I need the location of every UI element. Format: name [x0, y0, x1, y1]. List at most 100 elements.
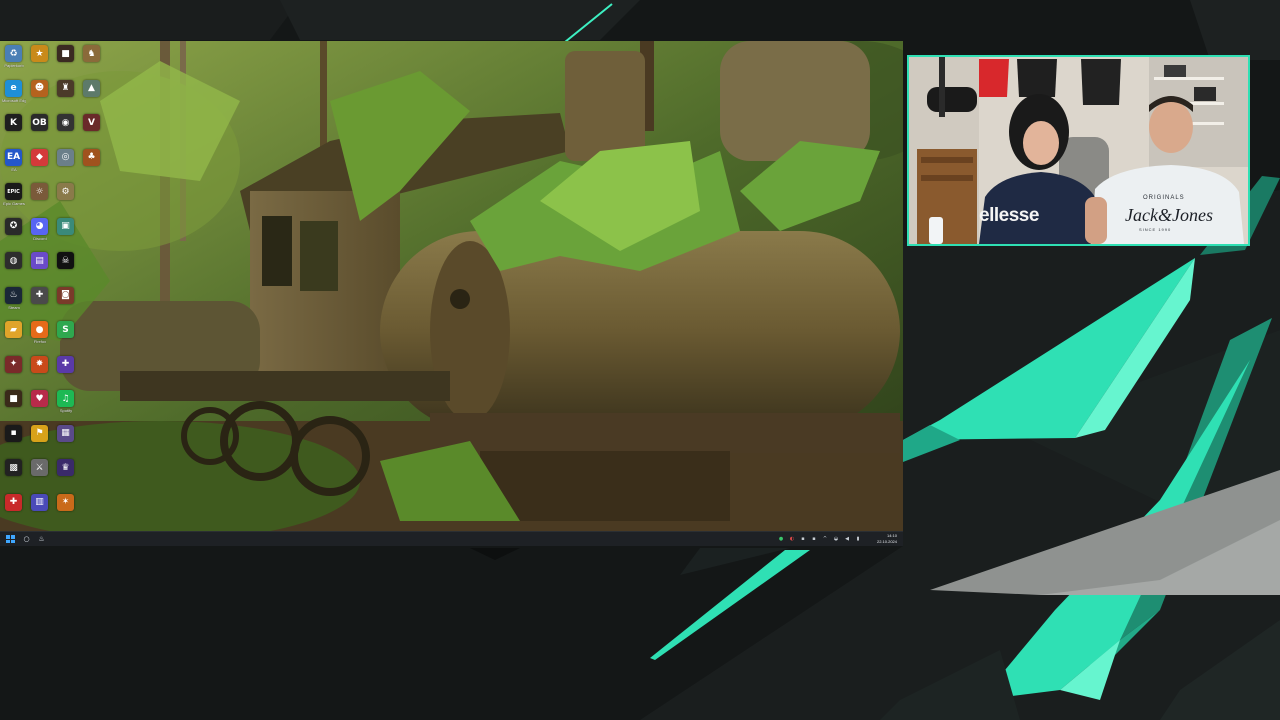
desktop-shortcut-label	[2, 409, 26, 417]
desktop-shortcut-label	[28, 478, 52, 486]
app-icon: ▩	[5, 459, 22, 476]
clock-date: 22.10.2024	[876, 538, 897, 544]
desktop-shortcut[interactable]: ♣	[80, 147, 104, 181]
desktop-shortcut-label: EA	[11, 167, 17, 172]
desktop-shortcut-label	[2, 375, 26, 383]
desktop-shortcut[interactable]: ✪	[2, 216, 26, 250]
desktop-icon-grid: ♻Papierkorb★■♞eMicrosoft Edge☻♜▲KOB◉VEAE…	[2, 43, 104, 526]
desktop-shortcut[interactable]: ▥	[28, 492, 52, 526]
desktop-shortcut[interactable]: eMicrosoft Edge	[2, 78, 26, 112]
tray-app-icon[interactable]: ▪	[811, 536, 817, 542]
app-icon: ✦	[5, 355, 22, 373]
recycle-bin-icon: ♻	[5, 45, 22, 62]
desktop-shortcut[interactable]: ■	[2, 388, 26, 422]
desktop-shortcut-label	[2, 133, 26, 141]
desktop-shortcut-label: Papierkorb	[4, 64, 24, 68]
desktop-shortcut[interactable]: V	[80, 112, 104, 146]
desktop-shortcut[interactable]: ■	[54, 43, 78, 77]
edge-icon: e	[5, 79, 22, 97]
desktop-shortcut[interactable]: ✸	[28, 354, 52, 388]
desktop-empty-slot	[80, 216, 104, 250]
desktop-shortcut-label	[28, 168, 52, 176]
tray-chevron-icon[interactable]: ^	[822, 536, 828, 542]
tray-app-icon[interactable]: ●	[778, 536, 784, 542]
hoodie-brand-logo: ellesse	[979, 205, 1039, 226]
desktop-shortcut-label	[28, 375, 52, 383]
desktop-empty-slot	[80, 423, 104, 457]
desktop-shortcut[interactable]: ▣	[54, 216, 78, 250]
desktop-shortcut[interactable]: ♛	[54, 457, 78, 491]
app-icon: S	[57, 321, 74, 338]
desktop-shortcut[interactable]: ▪	[2, 423, 26, 457]
desktop-shortcut-label	[2, 478, 26, 486]
start-button[interactable]	[6, 535, 15, 543]
desktop-shortcut[interactable]: S	[54, 319, 78, 353]
desktop-shortcut[interactable]: ☼	[28, 181, 52, 215]
app-icon: ■	[5, 390, 22, 407]
game-icon: ◙	[57, 286, 74, 304]
desktop-shortcut-label	[28, 202, 52, 210]
desktop-shortcut[interactable]: ◍	[2, 250, 26, 284]
desktop-shortcut-label	[54, 375, 78, 383]
desktop-shortcut[interactable]: ◆	[28, 147, 52, 181]
desktop-empty-slot	[80, 285, 104, 319]
app-icon: ✚	[57, 355, 74, 373]
steam-icon: ♨	[5, 286, 22, 304]
desktop-shortcut[interactable]: ★	[28, 43, 52, 77]
desktop-shortcut[interactable]: ▩	[2, 457, 26, 491]
network-icon[interactable]: ◒	[833, 536, 839, 542]
game-icon: ⚙	[57, 183, 74, 200]
desktop-shortcut[interactable]: ♻ Papierkorb	[2, 43, 26, 77]
desktop-empty-slot	[80, 319, 104, 353]
desktop-shortcut[interactable]: ▦	[54, 423, 78, 457]
desktop-shortcut[interactable]: ♨ Steam	[2, 285, 26, 319]
desktop-shortcut[interactable]: ◕ Discord	[28, 216, 52, 250]
desktop-shortcut-label: Discord	[33, 236, 47, 241]
desktop-shortcut[interactable]: EPIC Epic Games	[2, 181, 26, 215]
desktop-shortcut[interactable]: ♥	[28, 388, 52, 422]
desktop-shortcut[interactable]: ♫ Spotify	[54, 388, 78, 422]
desktop-shortcut-label	[2, 271, 26, 279]
desktop-shortcut[interactable]: ▤	[28, 250, 52, 284]
game-icon: ☻	[31, 79, 48, 97]
desktop-empty-slot	[80, 388, 104, 422]
desktop-shortcut[interactable]: ✶	[54, 492, 78, 526]
volume-icon[interactable]: ◀	[844, 536, 850, 542]
desktop-shortcut-label	[28, 306, 52, 314]
desktop-shortcut[interactable]: ◉	[54, 112, 78, 146]
taskbar: ○ ♨ ● ◐ ▪ ▪ ^ ◒ ◀ ▮ 14:10 22.10.2024	[0, 531, 903, 546]
desktop-shortcut[interactable]: ✦	[2, 354, 26, 388]
app-icon: ▥	[31, 493, 48, 511]
desktop-shortcut[interactable]: EA EA	[2, 147, 26, 181]
desktop-empty-slot	[80, 457, 104, 491]
desktop-shortcut-label	[28, 513, 52, 521]
tray-app-icon[interactable]: ◐	[789, 536, 795, 542]
tray-app-icon[interactable]: ▪	[800, 536, 806, 542]
desktop-shortcut[interactable]: ▲	[80, 78, 104, 112]
desktop-shortcut[interactable]: ✚	[54, 354, 78, 388]
desktop-shortcut[interactable]: OB	[28, 112, 52, 146]
desktop-shortcut[interactable]: ☻	[28, 78, 52, 112]
desktop-shortcut[interactable]: ⚙	[54, 181, 78, 215]
desktop-shortcut-label	[54, 444, 78, 452]
desktop-shortcut[interactable]: ⚑	[28, 423, 52, 457]
desktop-shortcut[interactable]: ▰	[2, 319, 26, 353]
spotify-icon: ♫	[57, 390, 74, 407]
battery-icon[interactable]: ▮	[855, 536, 861, 542]
steam-taskbar-icon[interactable]: ♨	[37, 535, 46, 544]
desktop-shortcut[interactable]: ♞	[80, 43, 104, 77]
desktop-shortcut-label	[80, 64, 104, 72]
search-icon[interactable]: ○	[22, 535, 31, 544]
desktop-shortcut[interactable]: ☠	[54, 250, 78, 284]
desktop-shortcut[interactable]: ♜	[54, 78, 78, 112]
desktop-shortcut[interactable]: ● Firefox	[28, 319, 52, 353]
desktop-shortcut[interactable]: K	[2, 112, 26, 146]
desktop-shortcut[interactable]: ✚	[2, 492, 26, 526]
desktop-shortcut[interactable]: ◙	[54, 285, 78, 319]
desktop-shortcut-label	[28, 133, 52, 141]
desktop-shortcut[interactable]: ⚔	[28, 457, 52, 491]
app-icon: ▣	[57, 217, 74, 235]
desktop-shortcut[interactable]: ◎	[54, 147, 78, 181]
taskbar-clock[interactable]: 14:10 22.10.2024	[875, 533, 897, 544]
desktop-shortcut[interactable]: ✚	[28, 285, 52, 319]
